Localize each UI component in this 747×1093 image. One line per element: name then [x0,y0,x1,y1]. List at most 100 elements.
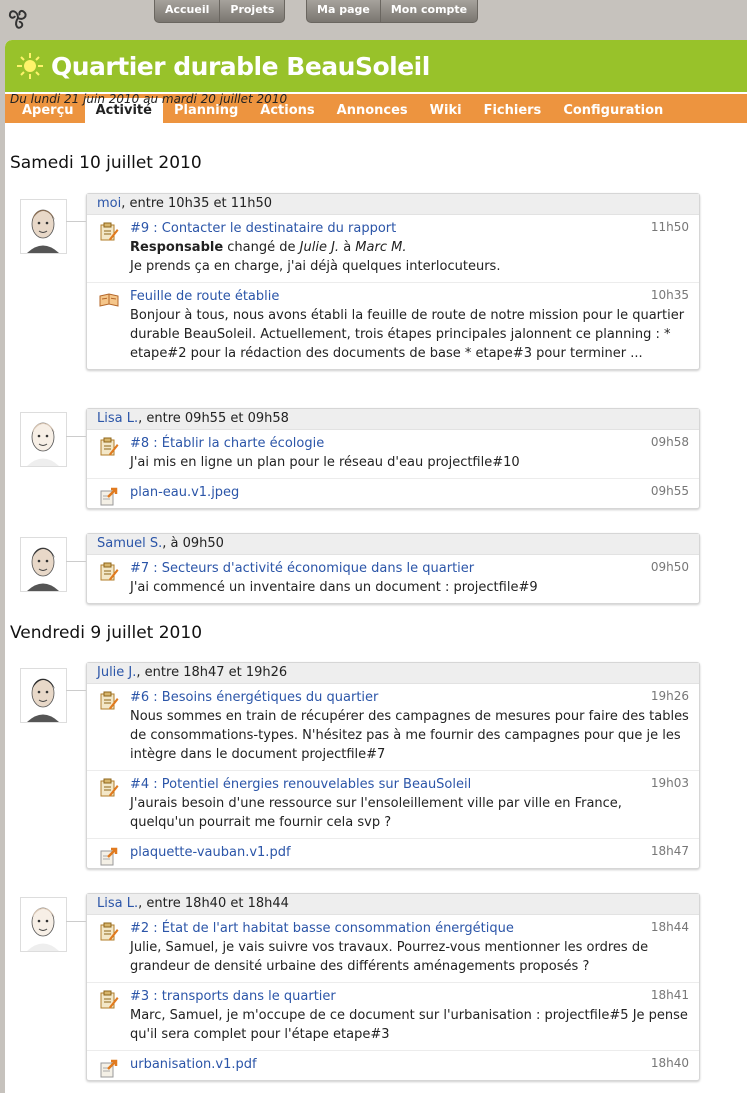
date-range: Du lundi 21 juin 2010 au mardi 20 juille… [10,92,288,106]
entry-title-link[interactable]: #3 : transports dans le quartier [130,987,689,1006]
user-link[interactable]: Lisa L. [97,896,138,911]
task-icon [99,222,119,242]
avatar[interactable] [20,668,67,723]
activity-group: moi, entre 10h35 et 11h50 11h50 #9 : Conta… [86,193,700,370]
change-change-to-prefix: à [339,240,356,255]
entry-body: Julie, Samuel, je vais suivre vos travau… [130,940,649,974]
entry-time: 11h50 [650,220,689,234]
activity-group: Lisa L., entre 18h40 et 18h44 18h44 #2 : É… [86,893,700,1081]
tab-configuration[interactable]: Configuration [552,98,674,123]
entry-title-link[interactable]: #8 : Établir la charte écologie [130,434,689,453]
entry-time: 09h55 [650,484,689,498]
roadmap-icon [99,290,119,310]
sun-icon [17,53,43,79]
user-link[interactable]: Samuel S. [97,536,162,551]
avatar-connector [66,921,86,922]
avatar-connector [66,561,86,562]
nav-projects-link[interactable]: Projets [219,0,284,22]
task-icon [99,437,119,457]
activity-entry: 19h03 #4 : Potentiel énergies renouvelabl… [87,770,699,838]
entry-title-link[interactable]: plaquette-vauban.v1.pdf [130,843,689,862]
activity-entry: 11h50 #9 : Contacter le destinataire du r… [87,215,699,282]
activity-entry: 10h35 Feuille de route établie Bonjour à t… [87,282,699,369]
entry-title-link[interactable]: Feuille de route établie [130,287,689,306]
task-icon [99,778,119,798]
activity-entry: 18h40 urbanisation.v1.pdf [87,1050,699,1080]
time-span: , à 09h50 [162,536,224,551]
avatar-connector [66,436,86,437]
activity-group: Samuel S., à 09h50 09h50 #7 : Secteurs d'a… [86,533,700,604]
top-bar: Accueil Projets Ma page Mon compte [0,0,747,40]
entry-body: J'aurais besoin d'une ressource sur l'en… [130,796,622,830]
time-span: , entre 18h40 et 18h44 [138,896,289,911]
nav-account-link[interactable]: Mon compte [379,0,477,22]
group-header: Lisa L., entre 09h55 et 09h58 [87,409,699,430]
nav-home-link[interactable]: Accueil [155,0,219,22]
entry-title-link[interactable]: #4 : Potentiel énergies renouvelables su… [130,775,689,794]
entry-body: Je prends ça en charge, j'ai déjà quelqu… [130,259,501,274]
task-icon [99,691,119,711]
activity-entry: 09h55 plan-eau.v1.jpeg [87,478,699,508]
user-nav: Ma page Mon compte [306,0,479,23]
change-change-from-prefix: changé de [223,240,300,255]
entry-body: J'ai commencé un inventaire dans un docu… [130,580,538,595]
activity-entry: 09h50 #7 : Secteurs d'activité économique… [87,555,699,603]
task-icon [99,990,119,1010]
entry-time: 09h50 [650,560,689,574]
change-change-from: Julie J. [299,240,340,255]
day-heading: Samedi 10 juillet 2010 [10,153,202,173]
avatar-connector [66,221,86,222]
group-header: Samuel S., à 09h50 [87,534,699,555]
time-span: , entre 18h47 et 19h26 [136,665,288,680]
file-icon [99,846,119,866]
file-icon [99,1058,119,1078]
entry-time: 19h03 [650,776,689,790]
activity-entry: 09h58 #8 : Établir la charte écologie J'ai… [87,430,699,478]
field-change: Responsable changé de Julie J. à Marc M. [130,238,689,257]
avatar[interactable] [20,897,67,952]
task-icon [99,562,119,582]
file-icon [99,486,119,506]
entry-body: J'ai mis en ligne un plan pour le réseau… [130,455,520,470]
entry-title-link[interactable]: plan-eau.v1.jpeg [130,483,689,502]
entry-time: 09h58 [650,435,689,449]
tab-wiki[interactable]: Wiki [419,98,473,123]
entry-title-link[interactable]: #9 : Contacter le destinataire du rappor… [130,219,689,238]
entry-time: 18h40 [650,1056,689,1070]
activity-group: Lisa L., entre 09h55 et 09h58 09h58 #8 : É… [86,408,700,509]
entry-body: Marc, Samuel, je m'occupe de ce document… [130,1008,688,1042]
change-change-to: Marc M. [355,240,407,255]
day-heading: Vendredi 9 juillet 2010 [10,623,203,643]
time-span: , entre 09h55 et 09h58 [138,411,289,426]
group-header: Lisa L., entre 18h40 et 18h44 [87,894,699,915]
entry-body: Bonjour à tous, nous avons établi la feu… [130,308,685,361]
group-header: Julie J., entre 18h47 et 19h26 [87,663,699,684]
entry-time: 18h41 [650,988,689,1002]
entry-title-link[interactable]: #7 : Secteurs d'activité économique dans… [130,559,689,578]
project-header: Quartier durable BeauSoleil [5,40,747,92]
user-link[interactable]: Julie J. [97,665,136,680]
entry-time: 10h35 [650,288,689,302]
main-nav: Accueil Projets [154,0,286,23]
entry-title-link[interactable]: urbanisation.v1.pdf [130,1055,689,1074]
entry-title-link[interactable]: #2 : État de l'art habitat basse consomm… [130,919,689,938]
tab-annonces[interactable]: Annonces [326,98,419,123]
user-link[interactable]: Lisa L. [97,411,138,426]
avatar[interactable] [20,412,67,467]
activity-entry: 18h47 plaquette-vauban.v1.pdf [87,838,699,868]
tab-fichiers[interactable]: Fichiers [473,98,553,123]
triskele-logo-icon[interactable] [5,5,31,31]
task-icon [99,922,119,942]
avatar[interactable] [20,537,67,592]
project-title: Quartier durable BeauSoleil [51,51,430,81]
entry-body: Nous sommes en train de récupérer des ca… [130,709,689,762]
activity-entry: 19h26 #6 : Besoins énergétiques du quarti… [87,684,699,770]
activity-entry: 18h44 #2 : État de l'art habitat basse co… [87,915,699,982]
nav-mypage-link[interactable]: Ma page [307,0,380,22]
entry-time: 18h47 [650,844,689,858]
entry-title-link[interactable]: #6 : Besoins énergétiques du quartier [130,688,689,707]
entry-time: 19h26 [650,689,689,703]
user-link[interactable]: moi [97,196,121,211]
activity-group: Julie J., entre 18h47 et 19h26 19h26 #6 : … [86,662,700,869]
avatar[interactable] [20,199,67,254]
